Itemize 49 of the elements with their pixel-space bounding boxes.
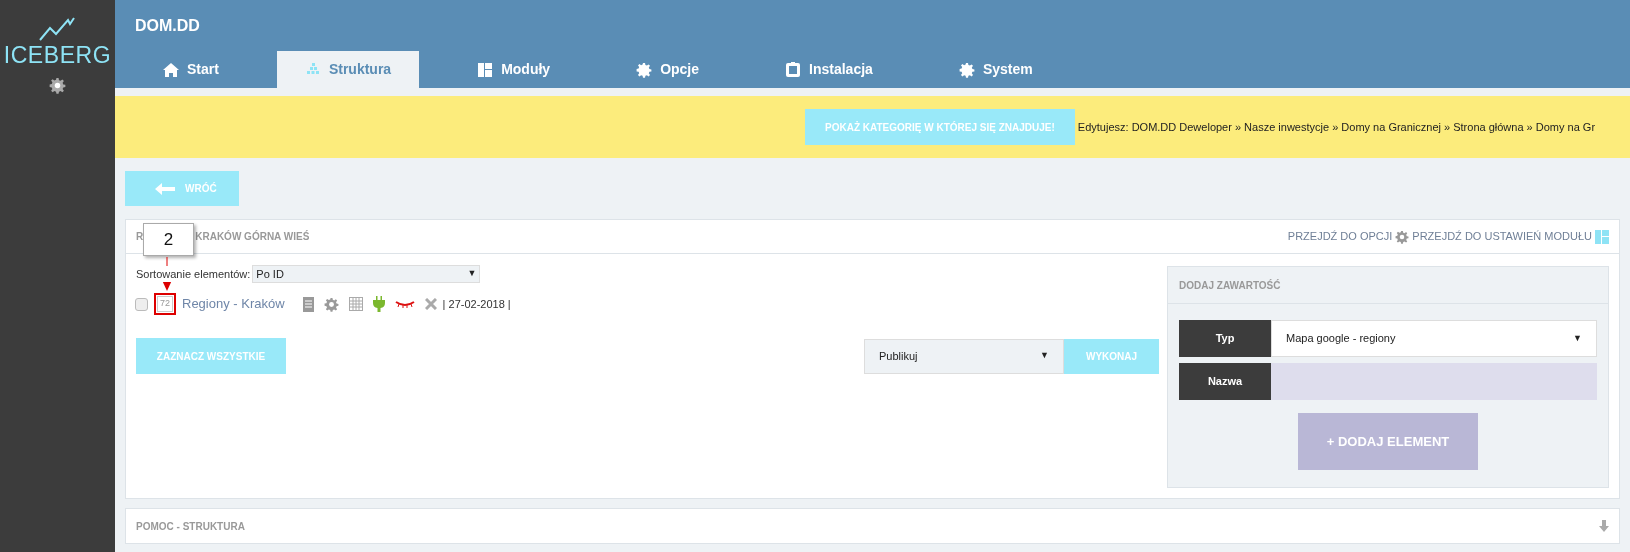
home-icon [163, 61, 179, 78]
name-input[interactable] [1271, 363, 1597, 400]
dropdown-arrow: ▼ [467, 267, 477, 281]
plug-icon[interactable] [372, 296, 385, 312]
nav-tab[interactable]: Instalacja [757, 51, 901, 88]
gear-icon [1395, 229, 1410, 244]
layout-icon [1595, 229, 1609, 244]
nav-tab[interactable]: Struktura [276, 51, 420, 88]
back-arrow-icon [155, 182, 175, 195]
item-date: | 27-02-2018 | [442, 296, 511, 312]
calendar-icon[interactable] [348, 297, 363, 311]
document-icon[interactable] [302, 296, 314, 312]
nav-tab[interactable]: Opcje [608, 51, 728, 88]
layout-icon [477, 61, 494, 78]
dropdown-arrow: ▼ [1040, 349, 1049, 363]
checkbox[interactable] [135, 297, 148, 311]
panel-title: DODAJ ZAWARTOŚĆ [1179, 278, 1281, 293]
pyramid-icon [304, 62, 321, 77]
panel-title: KRAKÓW GÓRNA WIEŚ [195, 229, 310, 244]
nav-tab[interactable]: System [930, 51, 1061, 88]
panel-title: R [136, 230, 144, 244]
sort-label: Sortowanie elementów: [136, 265, 251, 283]
site-title: DOM.DD [135, 16, 201, 36]
nav-tab[interactable]: Start [135, 51, 247, 88]
callout: 2 [143, 223, 194, 256]
eyelash-icon[interactable] [394, 300, 415, 308]
item-id: 72 [154, 293, 176, 315]
delete-icon[interactable] [424, 298, 437, 310]
frame-icon [785, 61, 802, 78]
help-title: POMOC - STRUKTURA [136, 519, 245, 534]
settings-icon [49, 77, 66, 94]
add-element-button[interactable]: + DODAJ ELEMENT [1298, 413, 1478, 470]
nav-tab[interactable]: Moduły [449, 51, 579, 88]
logo-icon [37, 16, 78, 42]
logo-text: ICEBERG [3, 44, 112, 67]
gear-icon [958, 61, 975, 78]
breadcrumb: Edytujesz: DOM.DD Deweloper » Nasze inwestycje » Domy na Granicznej » Strona główna » Domy na Gr [1077, 119, 1596, 135]
options-link[interactable]: PRZEJDŹ DO OPCJI [1287, 228, 1393, 245]
sort-dropdown[interactable]: Po ID ▼ [252, 265, 481, 283]
action-dropdown[interactable]: Publikuj ▼ [864, 338, 1064, 374]
settings-icon [323, 296, 339, 312]
dropdown-arrow: ▼ [1573, 331, 1582, 345]
down-arrow-icon[interactable] [1599, 520, 1609, 532]
type-dropdown[interactable]: Mapa google - regiony ▼ [1271, 320, 1597, 357]
item-link[interactable]: Regiony - Kraków [182, 294, 285, 314]
field-label: Nazwa [1179, 363, 1271, 400]
gear-icon [636, 61, 653, 78]
field-label: Typ [1179, 320, 1271, 357]
module-settings-link[interactable]: PRZEJDŹ DO USTAWIEŃ MODUŁU [1412, 228, 1592, 245]
